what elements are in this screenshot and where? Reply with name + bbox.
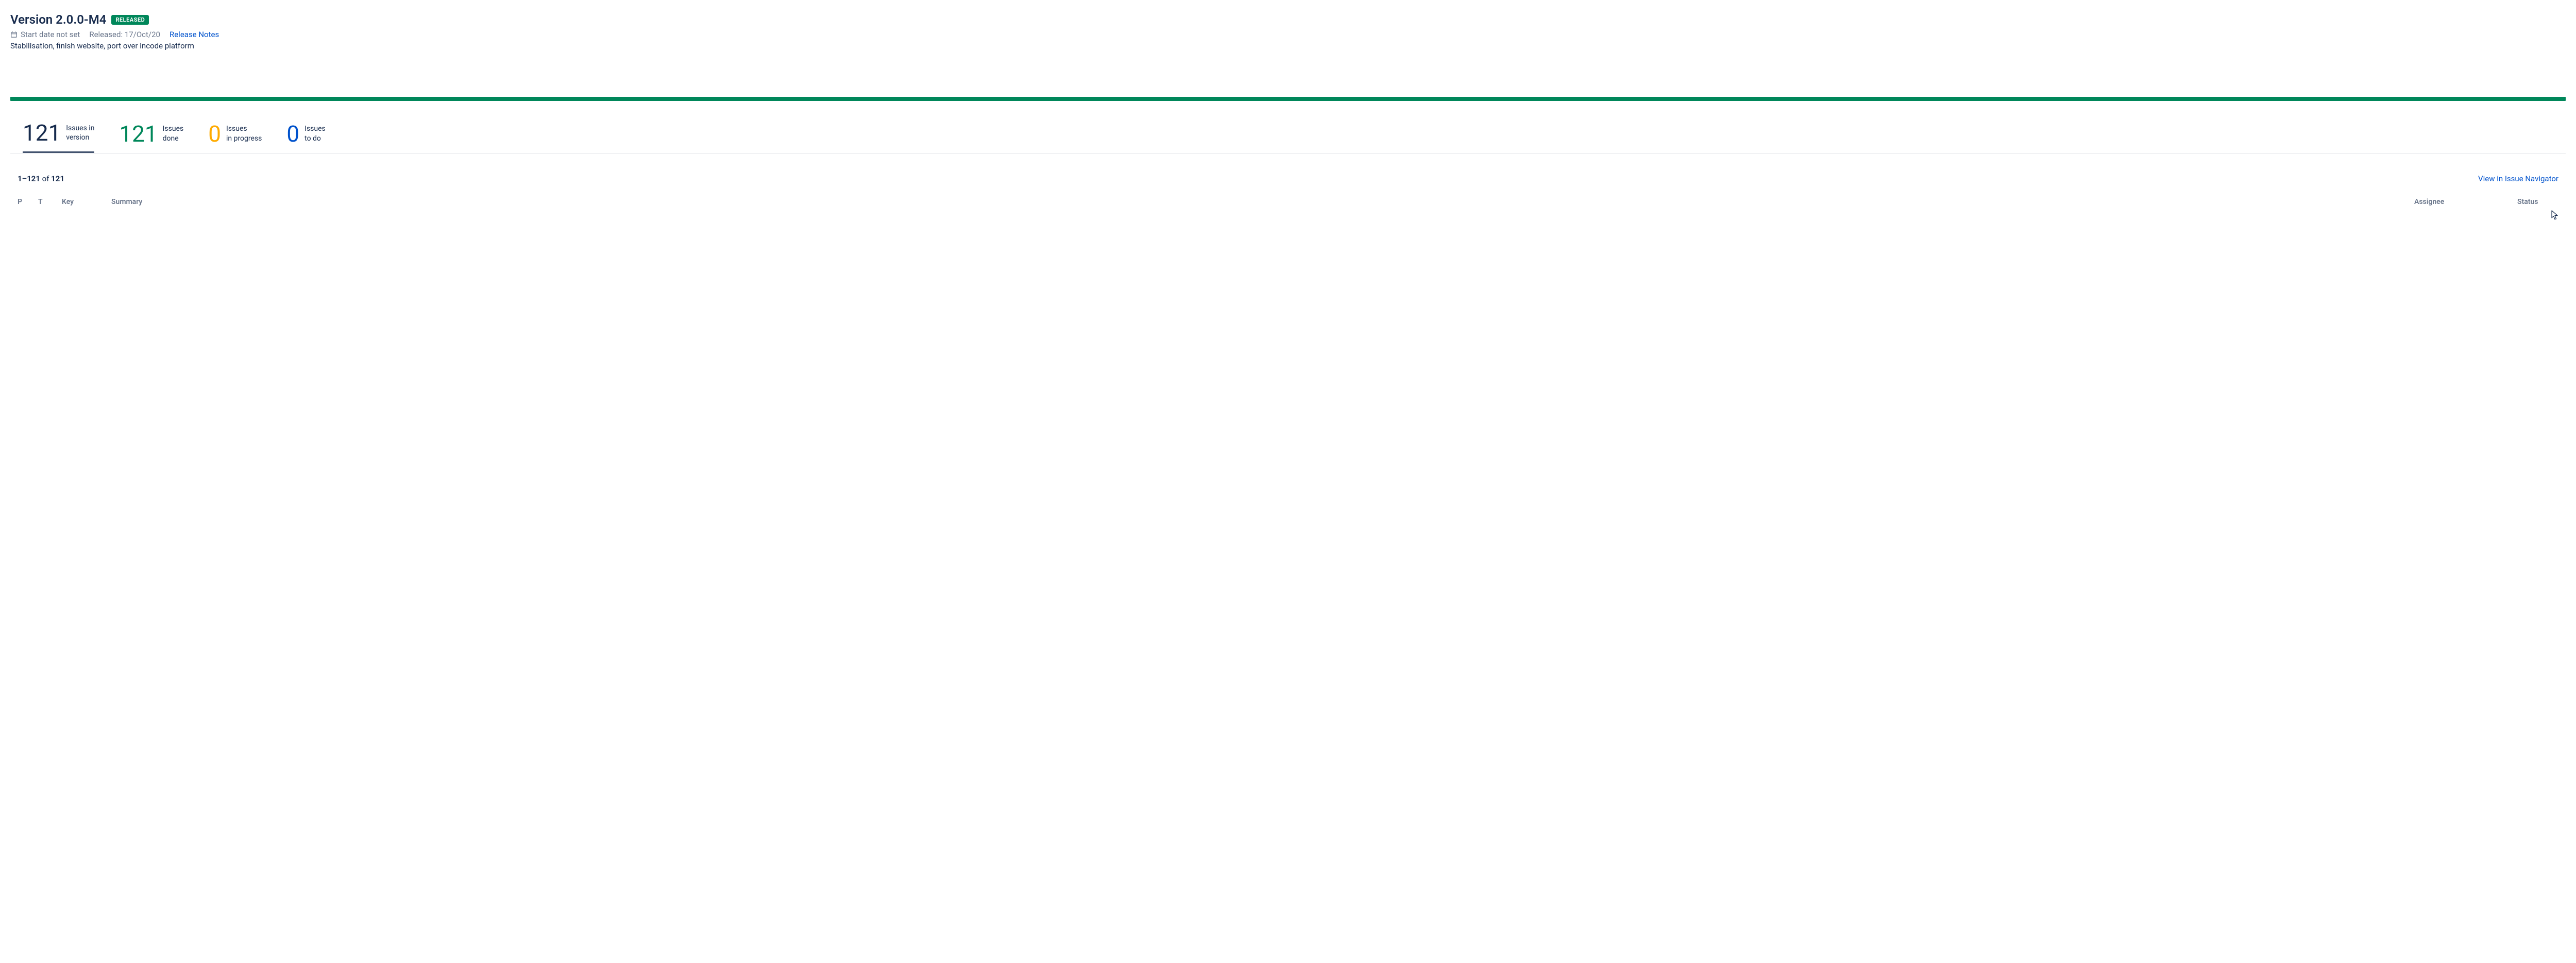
calendar-icon — [10, 31, 18, 38]
column-type[interactable]: T — [38, 198, 62, 206]
released-date-text: Released: 17/Oct/20 — [89, 30, 160, 39]
stat-number: 0 — [208, 123, 221, 145]
version-title: Version 2.0.0-M4 — [10, 12, 106, 27]
release-notes-link[interactable]: Release Notes — [170, 30, 219, 39]
column-summary[interactable]: Summary — [111, 198, 2414, 206]
stat-tab-to-do[interactable]: 0 Issuesto do — [286, 122, 325, 153]
column-priority[interactable]: P — [18, 198, 38, 206]
stat-number: 121 — [119, 123, 157, 145]
column-status[interactable]: Status — [2517, 198, 2558, 206]
pagination-text: 1–121 of 121 — [18, 174, 64, 183]
stat-label: Issuesto do — [304, 124, 326, 143]
start-date-text: Start date not set — [21, 30, 80, 39]
stat-tab-in-progress[interactable]: 0 Issuesin progress — [208, 122, 262, 153]
version-description: Stabilisation, finish website, port over… — [10, 41, 2566, 50]
stat-label: Issues inversion — [66, 124, 94, 142]
released-badge: RELEASED — [111, 15, 149, 25]
stat-tab-in-version[interactable]: 121 Issues inversion — [23, 122, 94, 153]
stat-label: Issuesdone — [163, 124, 184, 143]
view-in-issue-navigator-link[interactable]: View in Issue Navigator — [2478, 174, 2558, 183]
stat-tab-done[interactable]: 121 Issuesdone — [119, 122, 183, 153]
issues-table-header: P T Key Summary Assignee Status — [10, 198, 2566, 210]
stat-number: 121 — [23, 122, 61, 144]
column-key[interactable]: Key — [62, 198, 111, 206]
cursor-icon — [2551, 210, 2558, 220]
column-assignee[interactable]: Assignee — [2414, 198, 2517, 206]
issue-stats-tabs: 121 Issues inversion 121 Issuesdone 0 Issuesi… — [10, 122, 2566, 153]
stat-label: Issuesin progress — [226, 124, 262, 143]
stat-number: 0 — [286, 123, 299, 145]
progress-bar — [10, 97, 2566, 101]
version-meta: Start date not set Released: 17/Oct/20 R… — [10, 30, 2566, 39]
